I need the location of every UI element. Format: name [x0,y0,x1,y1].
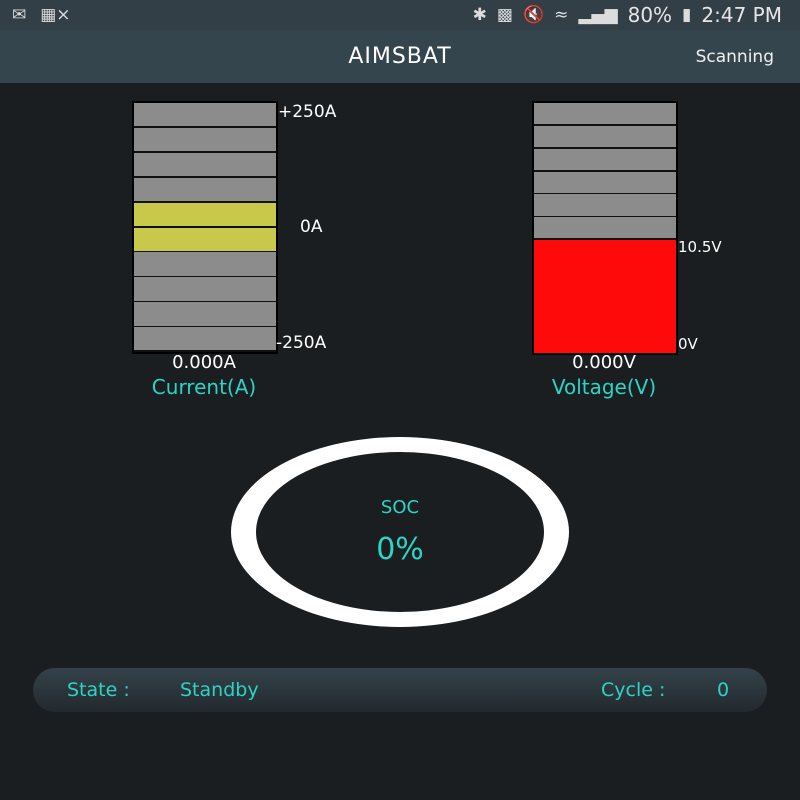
signal-icon: ▂▄▆ [578,5,618,25]
voltage-threshold-label: 10.5V [678,238,722,256]
current-max-label: +250A [278,102,337,122]
battery-charging-icon: ▮ [682,5,692,25]
soc-value: 0% [376,532,424,567]
wifi-icon: ≈ [554,5,569,25]
bluetooth-icon: ✱ [472,5,487,25]
current-gauge-segment [134,103,276,127]
current-gauge-segment [134,252,276,276]
state-label: State : [67,679,130,701]
current-zero-label: 0A [300,217,323,237]
current-caption: Current(A) [151,375,257,399]
voltage-gauge [532,101,678,355]
battery-percent: 80% [627,3,673,27]
soc-label: SOC [380,497,420,518]
current-min-label: -250A [276,333,327,353]
scan-status-button[interactable]: Scanning [696,47,774,67]
sim-card-off-icon: ▦× [40,5,71,25]
email-icon: ✉ [12,5,27,25]
voltage-gauge-segment [534,125,676,148]
voltage-gauge-segment [534,194,676,216]
status-bar: ✉ ▦× ✱ ▩ 🔇 ≈ ▂▄▆ 80% ▮ 2:47 PM [0,0,800,30]
voltage-gauge-segment [534,171,676,193]
current-gauge [132,101,278,354]
state-bar: State : Standby Cycle : 0 [33,668,767,712]
voltage-gauge-segment [534,148,676,170]
mute-icon: 🔇 [522,5,545,25]
current-gauge-segment [134,202,276,226]
current-gauge-segment [134,177,276,202]
current-value: 0.000A [172,352,236,373]
voltage-gauge-segment [534,103,676,125]
voltage-caption: Voltage(V) [551,375,657,399]
voltage-low-zone [534,240,676,353]
voltage-gauge-segment [534,217,676,239]
state-value: Standby [180,679,259,701]
nfc-icon: ▩ [496,5,513,25]
current-gauge-segment [134,127,276,152]
voltage-value: 0.000V [572,352,636,373]
app-bar: AIMSBAT Scanning [0,30,800,83]
voltage-min-label: 0V [678,335,698,353]
cycle-label: Cycle : [601,679,666,701]
current-gauge-segment [134,227,276,251]
app-title: AIMSBAT [348,44,452,69]
cycle-value: 0 [717,679,730,701]
clock: 2:47 PM [701,3,782,27]
current-gauge-segment [134,327,276,351]
current-gauge-segment [134,152,276,177]
current-gauge-segment [134,277,276,301]
current-gauge-segment [134,302,276,326]
